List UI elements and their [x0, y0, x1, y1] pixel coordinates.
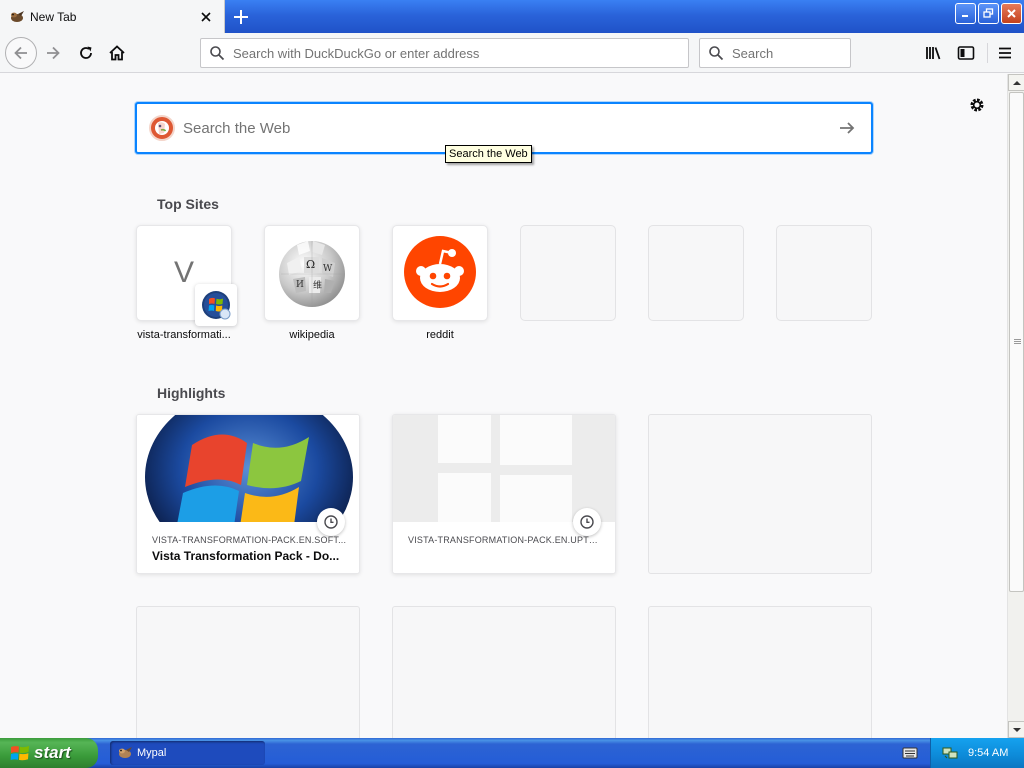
sidebar-button[interactable]: [952, 39, 980, 67]
system-tray: 9:54 AM: [930, 738, 1024, 768]
top-site-empty: [648, 225, 744, 321]
highlight-empty: [136, 606, 360, 746]
scroll-up-icon: [1012, 80, 1021, 85]
top-site-reddit[interactable]: reddit: [392, 225, 488, 341]
top-site-empty: [520, 225, 616, 321]
home-button[interactable]: [103, 39, 131, 67]
clock-icon: [573, 508, 601, 536]
network-icon[interactable]: [942, 745, 958, 761]
top-site-vista[interactable]: V vista-transformati...: [136, 225, 237, 341]
duckduckgo-icon: [149, 115, 175, 141]
mypal-icon: [9, 9, 25, 25]
library-button[interactable]: [920, 39, 948, 67]
toolbar-separator: [987, 43, 988, 63]
highlight-title: Vista Transformation Pack - Do...: [152, 549, 340, 563]
hamburger-menu-icon: [999, 47, 1011, 59]
highlight-host: VISTA-TRANSFORMATION-PACK.EN.UPTO...: [408, 535, 603, 545]
taskbar-item-label: Mypal: [137, 747, 167, 759]
svg-text:W: W: [323, 264, 333, 274]
highlight-card[interactable]: VISTA-TRANSFORMATION-PACK.EN.SOFT... Vis…: [136, 414, 360, 574]
scroll-down-icon: [1012, 727, 1021, 732]
empty-tile: [520, 225, 616, 321]
search-bar[interactable]: [699, 38, 908, 68]
search-tooltip: Search the Web: [445, 145, 532, 163]
highlight-empty: [392, 606, 616, 746]
back-button[interactable]: [5, 37, 37, 69]
close-icon[interactable]: [196, 7, 216, 27]
windows-logo-icon: [195, 284, 237, 326]
forward-arrow-icon: [47, 46, 60, 60]
window-close-icon: [1007, 9, 1016, 18]
reddit-icon: [404, 235, 476, 311]
windows-logo-icon: [137, 415, 359, 522]
reload-icon: [80, 46, 92, 59]
scrollbar-thumb[interactable]: [1009, 92, 1024, 592]
start-label: start: [34, 743, 71, 762]
search-icon: [209, 45, 225, 61]
tab-title: New Tab: [30, 9, 77, 24]
keyboard-icon[interactable]: [901, 745, 919, 761]
web-search-input[interactable]: [183, 119, 835, 137]
url-input[interactable]: [233, 45, 688, 61]
highlights-heading: Highlights: [157, 385, 226, 401]
back-arrow-icon: [14, 46, 27, 60]
taskbar-clock: 9:54 AM: [968, 747, 1009, 759]
top-site-empty: [776, 225, 872, 321]
sidebar-icon: [957, 46, 975, 60]
highlight-empty: [648, 414, 872, 574]
forward-button[interactable]: [39, 39, 67, 67]
url-bar[interactable]: [200, 38, 689, 68]
start-button[interactable]: start: [0, 738, 98, 768]
svg-text:维: 维: [313, 279, 322, 291]
window-close-button[interactable]: [1001, 3, 1022, 24]
empty-tile: [648, 225, 744, 321]
top-site-tile[interactable]: ΩW И维: [264, 225, 360, 321]
library-icon: [926, 47, 941, 60]
gear-icon[interactable]: [966, 94, 988, 116]
highlight-thumbnail: [393, 415, 615, 522]
top-site-tile[interactable]: [392, 225, 488, 321]
scroll-up-button[interactable]: [1008, 74, 1024, 91]
taskbar-item-mypal[interactable]: Mypal: [110, 741, 265, 765]
top-site-label: reddit: [426, 329, 454, 341]
restore-button[interactable]: [978, 3, 999, 24]
vertical-scrollbar[interactable]: [1007, 74, 1024, 738]
reload-button[interactable]: [72, 39, 100, 67]
top-site-label: wikipedia: [289, 329, 335, 341]
clock-icon: [317, 508, 345, 536]
search-input[interactable]: [732, 45, 908, 61]
top-site-label: vista-transformati...: [137, 329, 231, 341]
mypal-icon: [117, 745, 133, 761]
scrollbar-grip: [1014, 339, 1021, 345]
highlight-host: VISTA-TRANSFORMATION-PACK.EN.SOFT...: [152, 535, 347, 545]
restore-icon: [983, 8, 994, 18]
minimize-button[interactable]: [955, 3, 976, 24]
minimize-icon: [962, 15, 968, 17]
empty-tile: [776, 225, 872, 321]
highlight-empty: [648, 606, 872, 746]
title-bar: New Tab: [0, 0, 1024, 33]
home-icon: [109, 45, 125, 61]
tab-new-tab[interactable]: New Tab: [0, 0, 225, 33]
top-site-wikipedia[interactable]: ΩW И维 wikipedia: [264, 225, 360, 341]
arrow-right-icon[interactable]: [835, 116, 859, 140]
top-site-tile[interactable]: V: [136, 225, 237, 326]
new-tab-button[interactable]: [229, 5, 253, 29]
highlight-thumbnail: [137, 415, 359, 522]
wikipedia-globe-icon: ΩW И维: [275, 235, 349, 312]
plus-icon: [234, 10, 248, 24]
nav-toolbar: [0, 33, 1024, 73]
scroll-down-button[interactable]: [1008, 721, 1024, 738]
top-site-letter: V: [173, 256, 194, 289]
svg-text:И: И: [296, 280, 304, 290]
windows-logo-icon: [10, 743, 30, 763]
taskbar: start Mypal 9:54 AM: [0, 738, 1024, 768]
highlight-card[interactable]: VISTA-TRANSFORMATION-PACK.EN.UPTO...: [392, 414, 616, 574]
svg-text:Ω: Ω: [306, 258, 315, 271]
menu-button[interactable]: [991, 39, 1019, 67]
top-sites-heading: Top Sites: [157, 196, 219, 212]
search-icon: [708, 45, 724, 61]
